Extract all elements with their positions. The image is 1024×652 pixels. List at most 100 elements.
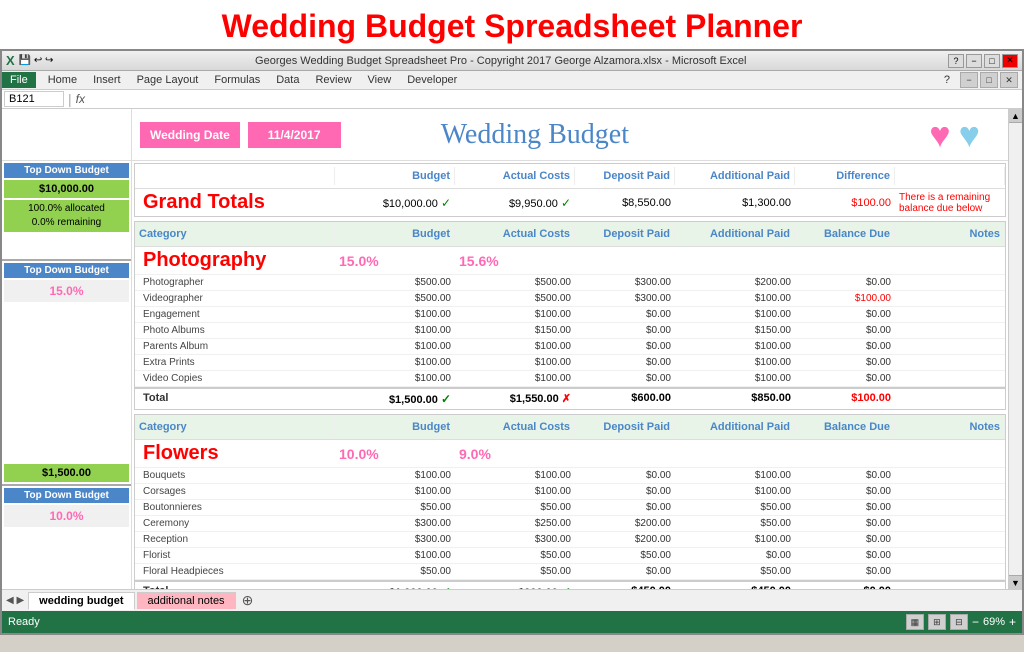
- flower-row-4: Reception $300.00 $300.00 $200.00 $100.0…: [135, 532, 1005, 548]
- photo-val-additional-6: $100.00: [675, 371, 795, 386]
- sidebar-flower-pct: 10.0%: [4, 505, 129, 527]
- photo-col-balance: Balance Due: [795, 225, 895, 243]
- menu-home[interactable]: Home: [40, 72, 85, 88]
- status-bar: Ready ▦ ⊞ ⊟ − 69% +: [2, 611, 1022, 633]
- photo-val-additional-0: $200.00: [675, 275, 795, 290]
- flower-val-additional-4: $100.00: [675, 532, 795, 547]
- flowers-total-row: Total $1,000.00 ✓ $900.00 ✓ $450.00 $450…: [135, 580, 1005, 589]
- photo-val-budget-0: $500.00: [335, 275, 455, 290]
- photo-name-row: Photography 15.0% 15.6%: [135, 247, 1005, 275]
- check-green-5: ✓: [561, 585, 571, 589]
- bottom-area: ◀ ▶ wedding budget additional notes ⊕: [2, 589, 1022, 611]
- flower-val-actual-2: $50.00: [455, 500, 575, 515]
- flower-val-budget-2: $50.00: [335, 500, 455, 515]
- tab-wedding-budget[interactable]: wedding budget: [28, 592, 134, 610]
- menu-data[interactable]: Data: [268, 72, 307, 88]
- flower-label-6: Floral Headpieces: [135, 564, 335, 579]
- grand-budget: $10,000.00 ✓: [335, 194, 455, 212]
- photo-val-actual-1: $500.00: [455, 291, 575, 306]
- menu-review[interactable]: Review: [307, 72, 359, 88]
- zoom-in-btn[interactable]: +: [1009, 615, 1016, 629]
- x-red-1: ✗: [562, 393, 571, 405]
- menu-formulas[interactable]: Formulas: [206, 72, 268, 88]
- photo-val-actual-6: $100.00: [455, 371, 575, 386]
- close-icon[interactable]: ✕: [1000, 72, 1018, 88]
- page-break-icon[interactable]: ⊟: [950, 614, 968, 630]
- photo-val-balance-2: $0.00: [795, 307, 895, 322]
- flower-label-4: Reception: [135, 532, 335, 547]
- flower-col-budget: Budget: [335, 418, 455, 436]
- top-down-budget-label-1: Top Down Budget: [4, 163, 129, 178]
- photo-row-4: Parents Album $100.00 $100.00 $0.00 $100…: [135, 339, 1005, 355]
- flowers-name: Flowers: [135, 440, 335, 467]
- photo-val-additional-3: $150.00: [675, 323, 795, 338]
- grand-difference: $100.00: [795, 195, 895, 211]
- minimize-btn[interactable]: −: [966, 54, 982, 68]
- main-title: Wedding Budget Spreadsheet Planner: [0, 0, 1024, 49]
- menu-view[interactable]: View: [360, 72, 400, 88]
- wedding-header-row: Wedding Date 11/4/2017 Wedding Budget ♥ …: [132, 109, 1008, 161]
- sidebar-flower-section: Top Down Budget 10.0% $1,000.00: [2, 486, 131, 589]
- normal-view-icon[interactable]: ▦: [906, 614, 924, 630]
- cell-reference[interactable]: [4, 91, 64, 107]
- scrollbar-right[interactable]: ▲ ▼: [1008, 109, 1022, 589]
- help-icon[interactable]: ?: [948, 54, 964, 68]
- sidebar-allocated: 100.0% allocated 0.0% remaining: [4, 200, 129, 232]
- photo-val-balance-5: $0.00: [795, 355, 895, 370]
- photo-label-6: Video Copies: [135, 371, 335, 386]
- photo-total-actual: $1,550.00 ✗: [455, 389, 575, 409]
- flower-val-budget-5: $100.00: [335, 548, 455, 563]
- menu-insert[interactable]: Insert: [85, 72, 129, 88]
- photo-val-budget-1: $500.00: [335, 291, 455, 306]
- flower-col-cat: Category: [135, 418, 335, 436]
- scroll-down-btn[interactable]: ▼: [1009, 575, 1023, 589]
- restore-icon[interactable]: □: [980, 72, 998, 88]
- col-header-category: [135, 167, 335, 185]
- zoom-out-btn[interactable]: −: [972, 615, 979, 629]
- close-btn[interactable]: ✕: [1002, 54, 1018, 68]
- check-green-4: ✓: [441, 585, 451, 589]
- photo-val-deposit-6: $0.00: [575, 371, 675, 386]
- menu-developer[interactable]: Developer: [399, 72, 465, 88]
- flower-val-balance-3: $0.00: [795, 516, 895, 531]
- scroll-up-btn[interactable]: ▲: [1009, 109, 1023, 123]
- flower-val-additional-3: $50.00: [675, 516, 795, 531]
- flower-val-balance-6: $0.00: [795, 564, 895, 579]
- file-menu[interactable]: File: [2, 72, 36, 88]
- photo-val-balance-4: $0.00: [795, 339, 895, 354]
- photo-val-additional-5: $100.00: [675, 355, 795, 370]
- formula-input[interactable]: [89, 93, 1020, 105]
- minimize-icon[interactable]: −: [960, 72, 978, 88]
- maximize-btn[interactable]: □: [984, 54, 1000, 68]
- flower-val-balance-4: $0.00: [795, 532, 895, 547]
- photo-col-additional: Additional Paid: [675, 225, 795, 243]
- menu-page-layout[interactable]: Page Layout: [129, 72, 207, 88]
- help-question[interactable]: ?: [936, 72, 958, 88]
- photo-val-deposit-0: $300.00: [575, 275, 675, 290]
- tab-additional-notes[interactable]: additional notes: [137, 592, 236, 609]
- hearts: ♥ ♥: [929, 114, 980, 156]
- grand-totals-section: Budget Actual Costs Deposit Paid Additio…: [134, 163, 1006, 217]
- grand-note: There is a remaining balance due below: [895, 192, 1005, 214]
- page-layout-icon[interactable]: ⊞: [928, 614, 946, 630]
- sidebar-photo-section: Top Down Budget 15.0% $1,500.00: [2, 261, 131, 486]
- photo-val-actual-4: $100.00: [455, 339, 575, 354]
- flower-val-budget-4: $300.00: [335, 532, 455, 547]
- nav-arrows[interactable]: ◀ ▶: [6, 595, 24, 606]
- flowers-actual-pct: 9.0%: [455, 444, 575, 464]
- flower-label-3: Ceremony: [135, 516, 335, 531]
- photo-label-0: Photographer: [135, 275, 335, 290]
- photo-val-additional-2: $100.00: [675, 307, 795, 322]
- sidebar-budget-value: $10,000.00: [4, 180, 129, 198]
- flowers-section: Category Budget Actual Costs Deposit Pai…: [134, 414, 1006, 589]
- spreadsheet-area: Top Down Budget $10,000.00 100.0% alloca…: [2, 109, 1022, 589]
- flower-col-actual: Actual Costs: [455, 418, 575, 436]
- photo-budget-pct: 15.0%: [335, 251, 455, 271]
- photo-val-actual-2: $100.00: [455, 307, 575, 322]
- flower-val-actual-6: $50.00: [455, 564, 575, 579]
- photo-val-budget-5: $100.00: [335, 355, 455, 370]
- new-sheet-icon[interactable]: ⊕: [242, 592, 254, 609]
- photo-row-1: Videographer $500.00 $500.00 $300.00 $10…: [135, 291, 1005, 307]
- flower-row-1: Corsages $100.00 $100.00 $0.00 $100.00 $…: [135, 484, 1005, 500]
- flower-val-deposit-0: $0.00: [575, 468, 675, 483]
